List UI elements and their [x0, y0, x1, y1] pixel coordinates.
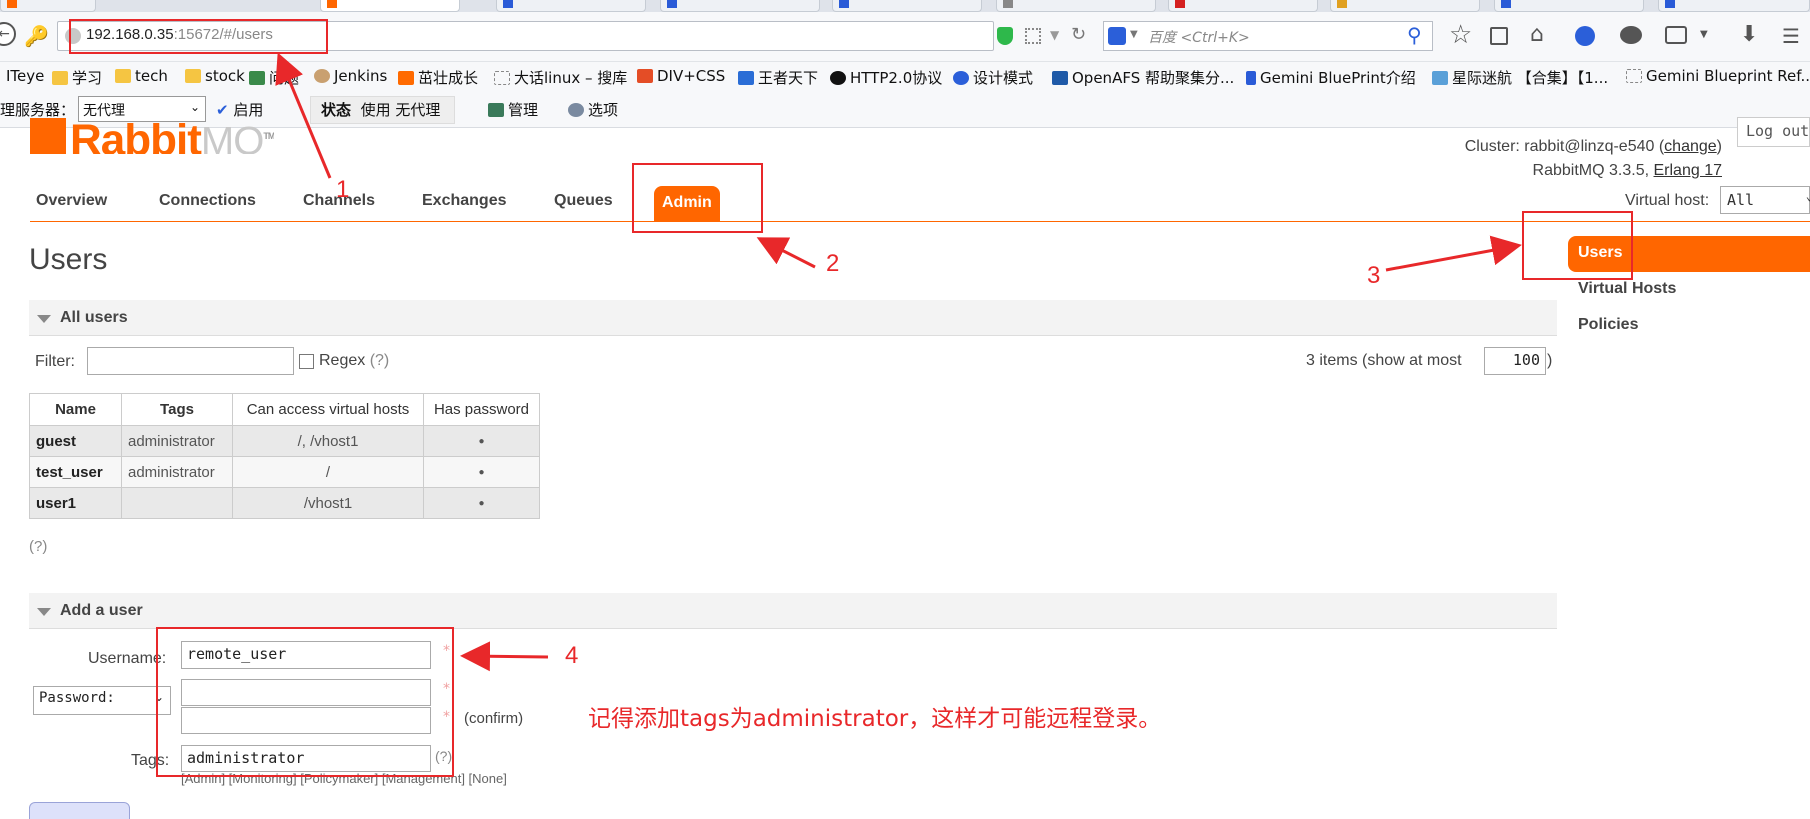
- annotation-arrows: [275, 52, 1522, 672]
- annotation-number-2: 2: [826, 250, 840, 277]
- annotation-arrow-1: [275, 52, 332, 179]
- annotation-number-1: 1: [336, 176, 350, 203]
- annotation-note: 记得添加tags为administrator，这样才可能远程登录。: [588, 706, 1162, 732]
- annotation-arrow-4: [460, 641, 549, 672]
- annotation-arrow-3: [1385, 235, 1522, 272]
- annotation-arrow-2: [756, 237, 816, 269]
- annotation-number-3: 3: [1367, 262, 1381, 289]
- annotation-number-4: 4: [565, 642, 579, 669]
